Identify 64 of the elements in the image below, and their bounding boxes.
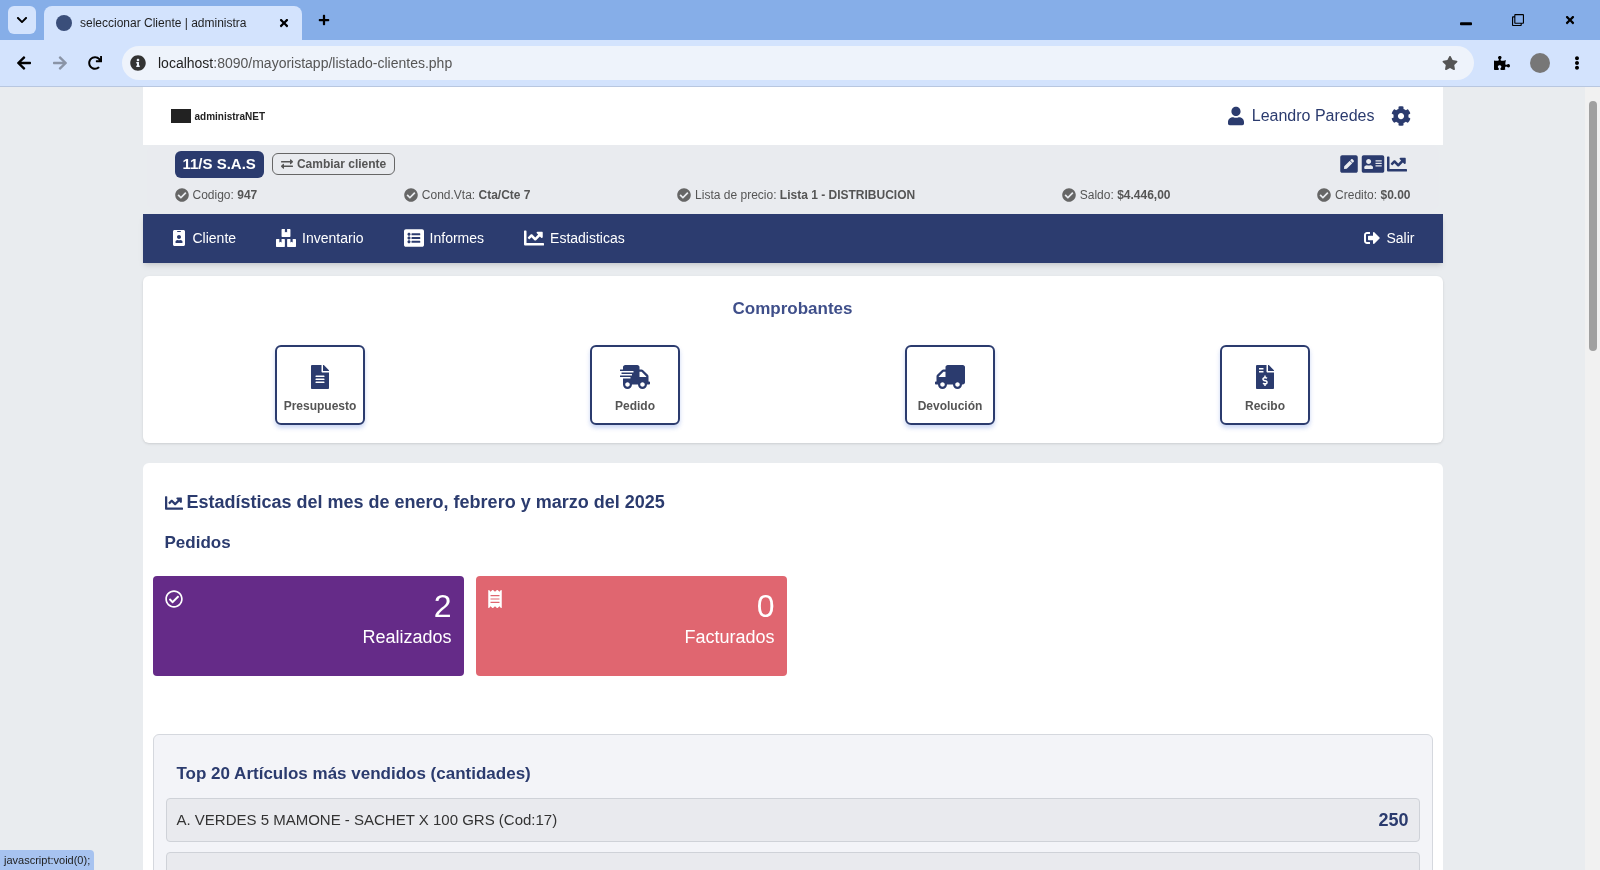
swap-icon <box>280 158 293 171</box>
article-name: A. VERDES 5 MAMONE - SACHET X 100 GRS (Cod:17) <box>176 809 558 830</box>
line-chart-icon <box>164 493 183 512</box>
address-field[interactable]: localhost:8090/mayoristapp/listado-clientes.php <box>122 46 1474 80</box>
client-name: 11/S S.A.S <box>174 151 264 178</box>
user-name[interactable]: Leandro Paredes <box>1251 104 1375 128</box>
nav-link[interactable]: Estadisticas <box>524 227 625 249</box>
chevron-down-icon <box>16 14 28 26</box>
restore-icon[interactable] <box>1512 14 1524 26</box>
new-tab-icon[interactable] <box>318 14 330 26</box>
voucher-button[interactable]: Presupuesto <box>275 345 365 425</box>
tab-title: seleccionar Cliente | administra <box>80 15 248 32</box>
stat-value: 0 <box>756 587 775 624</box>
tab-list-button[interactable] <box>8 6 36 34</box>
close-icon[interactable] <box>1564 14 1576 26</box>
reload-icon[interactable] <box>88 56 102 70</box>
client-field: Saldo: $4.446,00 <box>1079 185 1171 204</box>
receipt-icon <box>487 589 502 608</box>
contact-card-icon[interactable] <box>1360 154 1385 175</box>
url-text: localhost:8090/mayoristapp/listado-clientes.php <box>158 53 454 73</box>
logout-icon <box>1364 230 1381 246</box>
nav-link[interactable]: Informes <box>403 227 485 249</box>
nav-link[interactable]: Inventario <box>276 227 364 249</box>
extensions-icon[interactable] <box>1494 55 1510 71</box>
article-quantity: 250 <box>1378 808 1409 832</box>
logout-link[interactable]: Salir <box>1364 227 1415 249</box>
truck-icon <box>934 365 966 389</box>
boxes-icon <box>276 228 297 248</box>
nav-link[interactable]: Cliente <box>170 227 237 249</box>
stat-label: Realizados <box>362 625 452 649</box>
site-favicon <box>56 15 72 31</box>
invoice-icon <box>1255 365 1275 389</box>
stat-value: 2 <box>433 587 452 624</box>
info-icon <box>130 55 146 71</box>
settings-icon[interactable] <box>1390 106 1411 126</box>
line-chart-icon <box>524 228 545 248</box>
statistics-title: Estadísticas del mes de enero, febrero y marzo del 2025 <box>186 491 665 514</box>
truck-icon <box>619 365 651 389</box>
document-icon <box>310 365 330 389</box>
profile-avatar[interactable] <box>1530 53 1550 73</box>
statistics-subtitle: Pedidos <box>163 532 232 554</box>
user-icon <box>1227 106 1244 126</box>
top-articles-title: Top 20 Artículos más vendidos (cantidades) <box>175 762 532 785</box>
scrollbar[interactable] <box>1585 87 1600 870</box>
star-icon[interactable] <box>1442 55 1458 71</box>
id-badge-icon <box>170 230 187 246</box>
voucher-button[interactable]: Recibo <box>1220 345 1310 425</box>
voucher-button[interactable]: Devolución <box>905 345 995 425</box>
logo: administraNET <box>170 108 266 124</box>
voucher-button[interactable]: Pedido <box>590 345 680 425</box>
line-chart-icon[interactable] <box>1386 154 1407 175</box>
status-url: javascript:void(0); <box>0 849 95 870</box>
client-field: Codigo: 947 <box>192 185 258 204</box>
close-icon[interactable] <box>278 17 290 29</box>
section-title: Comprobantes <box>731 297 854 320</box>
client-field: Credito: $0.00 <box>1335 185 1411 204</box>
client-field: Lista de precio: Lista 1 - DISTRIBUCION <box>695 185 916 204</box>
back-icon[interactable] <box>16 55 32 71</box>
list-icon <box>403 228 424 248</box>
stat-label: Facturados <box>684 625 775 649</box>
edit-icon[interactable] <box>1338 154 1359 175</box>
change-client-button[interactable]: Cambiar cliente <box>271 153 396 176</box>
client-field: Cond.Vta: Cta/Cte 7 <box>421 185 531 204</box>
browser-tab[interactable]: seleccionar Cliente | administra <box>44 6 302 40</box>
